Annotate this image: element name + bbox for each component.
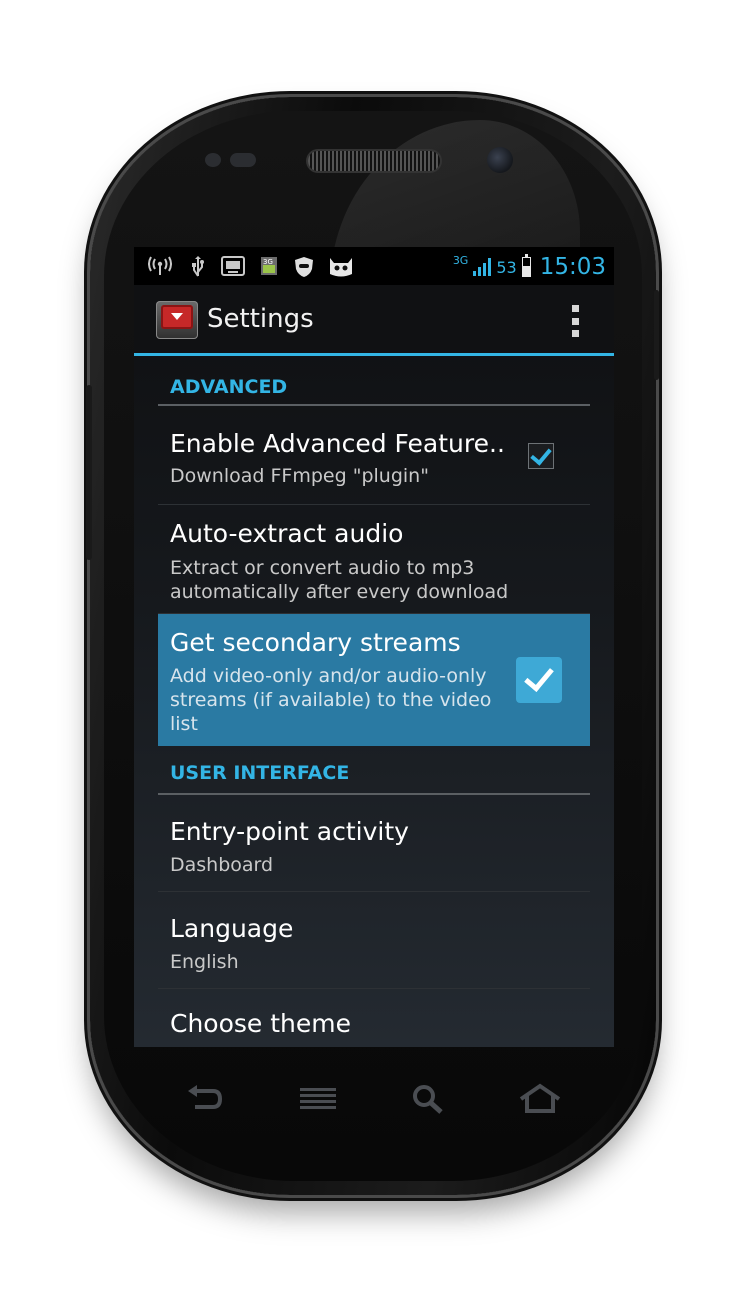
app-logo-icon[interactable] (156, 301, 198, 339)
wireless-icon (148, 256, 172, 275)
back-icon[interactable] (185, 1082, 223, 1116)
proximity-sensor (205, 153, 221, 167)
light-sensor (230, 153, 256, 167)
menu-icon[interactable] (298, 1082, 338, 1116)
secondary-streams-checkbox[interactable] (516, 657, 562, 703)
section-header-user-interface: USER INTERFACE (158, 746, 590, 795)
pref-title: Get secondary streams (170, 628, 461, 657)
pref-title: Entry-point activity (170, 817, 409, 846)
pref-title: Auto-extract audio (170, 519, 404, 548)
action-bar: Settings (134, 285, 614, 356)
home-icon[interactable] (518, 1082, 562, 1116)
pref-summary: Download FFmpeg "plugin" (170, 465, 429, 487)
pref-get-secondary-streams[interactable]: Get secondary streams Add video-only and… (158, 614, 590, 746)
section-header-label: ADVANCED (170, 376, 288, 398)
svg-text:3G: 3G (263, 258, 273, 266)
battery-icon (521, 254, 531, 277)
power-button (654, 290, 659, 380)
pref-title: Language (170, 914, 294, 943)
advanced-features-checkbox[interactable] (528, 443, 554, 469)
usb-icon (192, 256, 204, 277)
pref-title: Enable Advanced Feature.. (170, 429, 505, 458)
front-camera (487, 147, 513, 173)
pref-entry-point-activity[interactable]: Entry-point activity Dashboard (158, 795, 590, 892)
shield-icon (295, 257, 313, 277)
signal-strength-icon (473, 258, 492, 276)
pref-summary: Add video-only and/or audio-only streams… (170, 665, 492, 735)
pref-summary: Extract or convert audio to mp3 automati… (170, 557, 509, 603)
pref-language[interactable]: Language English (158, 892, 590, 989)
settings-list: ADVANCED Enable Advanced Feature.. Downl… (158, 356, 590, 1047)
status-bar: 3G 3G 53 15:03 (134, 247, 614, 285)
pref-title: Choose theme (170, 1009, 352, 1038)
pref-summary: English (170, 951, 239, 973)
network-type: 3G (452, 254, 469, 267)
status-right-group: 3G 53 15:03 (453, 252, 606, 282)
clock: 15:03 (539, 254, 606, 280)
screen-icon (221, 256, 245, 276)
earpiece-speaker (308, 151, 440, 171)
pref-enable-advanced-features[interactable]: Enable Advanced Feature.. Download FFmpe… (158, 406, 590, 505)
battery-level: 53 (496, 257, 517, 277)
phone-screen: 3G 3G 53 15:03 Settings ADVANCED Enable … (134, 247, 614, 1047)
volume-rocker (86, 385, 92, 560)
pref-choose-theme[interactable]: Choose theme (158, 989, 590, 1047)
section-header-label: USER INTERFACE (170, 762, 350, 784)
section-header-advanced: ADVANCED (158, 356, 590, 406)
pref-auto-extract-audio[interactable]: Auto-extract audio Extract or convert au… (158, 505, 590, 614)
pref-summary: Dashboard (170, 854, 274, 876)
page-title: Settings (207, 304, 314, 334)
sim-3g-icon: 3G (261, 257, 277, 275)
search-icon[interactable] (410, 1082, 446, 1116)
cyanogen-icon (330, 258, 352, 277)
overflow-menu-icon[interactable] (570, 305, 580, 337)
